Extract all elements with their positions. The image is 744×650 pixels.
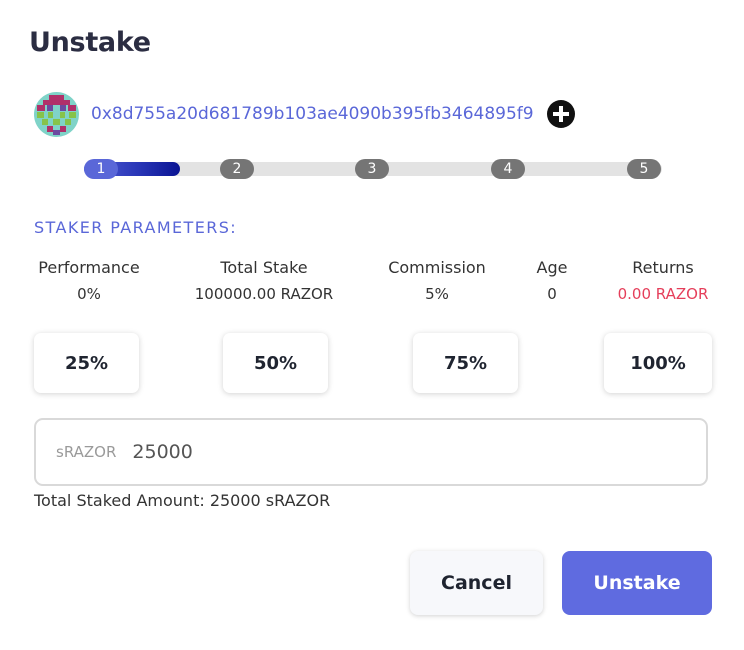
step-1: 1 bbox=[84, 159, 118, 179]
percent-25-button[interactable]: 25% bbox=[34, 333, 139, 393]
step-4: 4 bbox=[491, 159, 525, 179]
param-performance: Performance 0% bbox=[34, 256, 144, 308]
staker-parameters-heading: STAKER PARAMETERS: bbox=[34, 218, 238, 237]
step-2: 2 bbox=[220, 159, 254, 179]
amount-input[interactable]: sRAZOR 25000 bbox=[34, 418, 708, 486]
progress-stepper: 1 2 3 4 5 bbox=[84, 156, 662, 182]
unstake-button[interactable]: Unstake bbox=[562, 551, 712, 615]
param-label: Performance bbox=[38, 258, 140, 277]
param-label: Commission bbox=[388, 258, 486, 277]
param-label: Age bbox=[536, 258, 568, 277]
percent-100-button[interactable]: 100% bbox=[604, 333, 712, 393]
param-total-stake: Total Stake 100000.00 RAZOR bbox=[184, 256, 344, 308]
amount-value[interactable]: 25000 bbox=[132, 441, 192, 463]
percent-75-button[interactable]: 75% bbox=[413, 333, 518, 393]
account-row: 0x8d755a20d681789b103ae4090b395fb3464895… bbox=[34, 91, 576, 137]
dialog-title: Unstake bbox=[29, 27, 151, 58]
cancel-button[interactable]: Cancel bbox=[410, 551, 543, 615]
total-staked-amount: Total Staked Amount: 25000 sRAZOR bbox=[34, 491, 331, 510]
param-age: Age 0 bbox=[527, 256, 577, 308]
step-3: 3 bbox=[355, 159, 389, 179]
account-address[interactable]: 0x8d755a20d681789b103ae4090b395fb3464895… bbox=[91, 104, 534, 124]
percent-50-button[interactable]: 50% bbox=[223, 333, 328, 393]
param-returns: Returns 0.00 RAZOR bbox=[608, 256, 718, 308]
param-value: 0% bbox=[77, 285, 101, 303]
plus-circle-icon[interactable] bbox=[546, 99, 576, 129]
param-label: Returns bbox=[632, 258, 694, 277]
param-value: 100000.00 RAZOR bbox=[194, 285, 334, 303]
amount-unit-label: sRAZOR bbox=[56, 443, 117, 461]
param-commission: Commission 5% bbox=[382, 256, 492, 308]
param-value: 0 bbox=[547, 285, 557, 303]
identicon-avatar-icon bbox=[34, 91, 79, 137]
param-value: 0.00 RAZOR bbox=[617, 285, 709, 303]
param-label: Total Stake bbox=[220, 258, 308, 277]
step-5: 5 bbox=[627, 159, 661, 179]
param-value: 5% bbox=[425, 285, 449, 303]
